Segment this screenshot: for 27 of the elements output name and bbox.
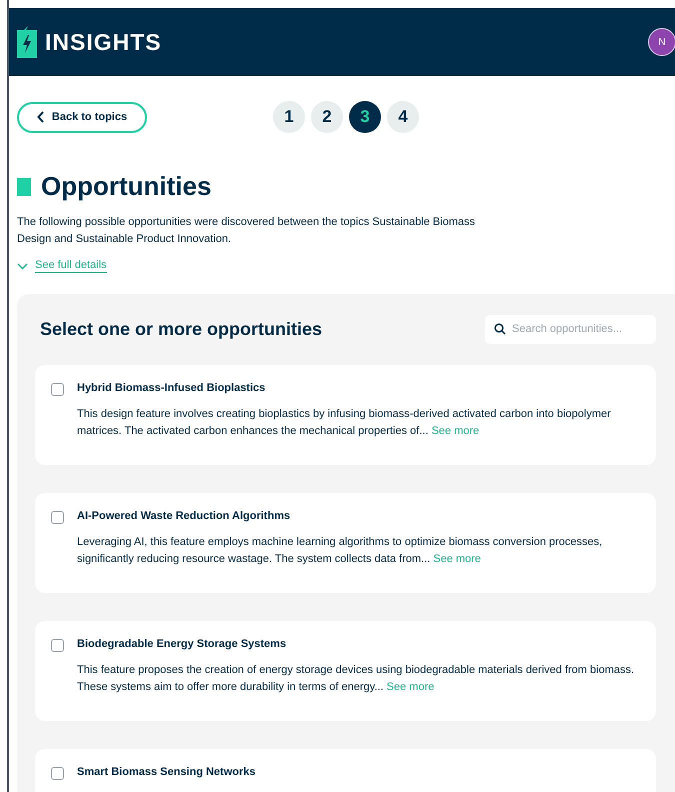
brand-name: INSIGHTS — [45, 28, 162, 56]
opportunity-title: Smart Biomass Sensing Networks — [77, 766, 256, 778]
checkbox[interactable] — [51, 510, 64, 524]
step-tab[interactable]: 3 — [349, 101, 381, 133]
back-button[interactable]: Back to topics — [17, 102, 147, 132]
opportunity-description: This feature proposes the creation of energy storage devices using biodegradable materials derived from biomass. These systems aim to offer more durability in terms of energy... See more — [77, 662, 636, 694]
checkbox[interactable] — [51, 766, 64, 780]
search-field[interactable]: Search opportunities... — [485, 314, 656, 344]
intro-text: The following possible opportunities were discovered between the topics Sustainable Biomass Design and Sustainable Product Innovation. — [17, 215, 476, 247]
panel-heading: Select one or more opportunities — [40, 318, 322, 340]
chevron-left-icon — [36, 111, 45, 123]
opportunity-description: This design feature involves creating bioplastics by infusing biomass-derived activated carbon into biopolymer matrices. The activated carbon enhances the mechanical properties of... See more — [77, 406, 612, 438]
search-icon — [494, 322, 506, 334]
user-avatar[interactable]: N — [648, 28, 675, 56]
opportunity-description: Leveraging AI, this feature employs machine learning algorithms to optimize biomass conversion processes, significantly reducing resource wastage. The system collects data from... See more — [77, 534, 604, 566]
step-tab[interactable]: 1 — [273, 101, 305, 133]
step-tab[interactable]: 2 — [311, 101, 343, 133]
opportunity-title: Biodegradable Energy Storage Systems — [77, 638, 288, 650]
opportunity-title: Hybrid Biomass-Infused Bioplastics — [77, 382, 266, 394]
chevron-down-icon — [17, 262, 28, 270]
title-accent — [17, 178, 31, 196]
step-tab[interactable]: 4 — [387, 101, 419, 133]
lightning-logo-icon — [17, 26, 37, 58]
opportunity-title: AI-Powered Waste Reduction Algorithms — [77, 510, 292, 522]
checkbox[interactable] — [51, 382, 64, 396]
page-title: Opportunities — [41, 171, 212, 202]
checkbox[interactable] — [51, 638, 64, 652]
